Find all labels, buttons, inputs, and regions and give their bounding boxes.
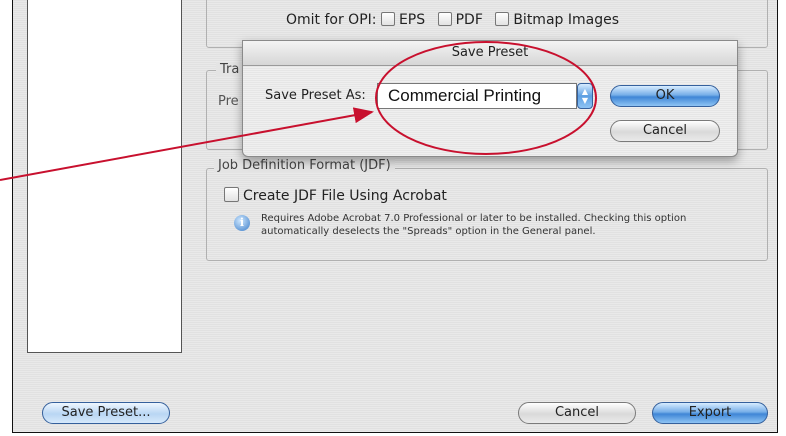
highlight-ellipse [375, 41, 597, 155]
annotation-overlay [0, 41, 597, 181]
annotation-arrow [0, 107, 374, 181]
